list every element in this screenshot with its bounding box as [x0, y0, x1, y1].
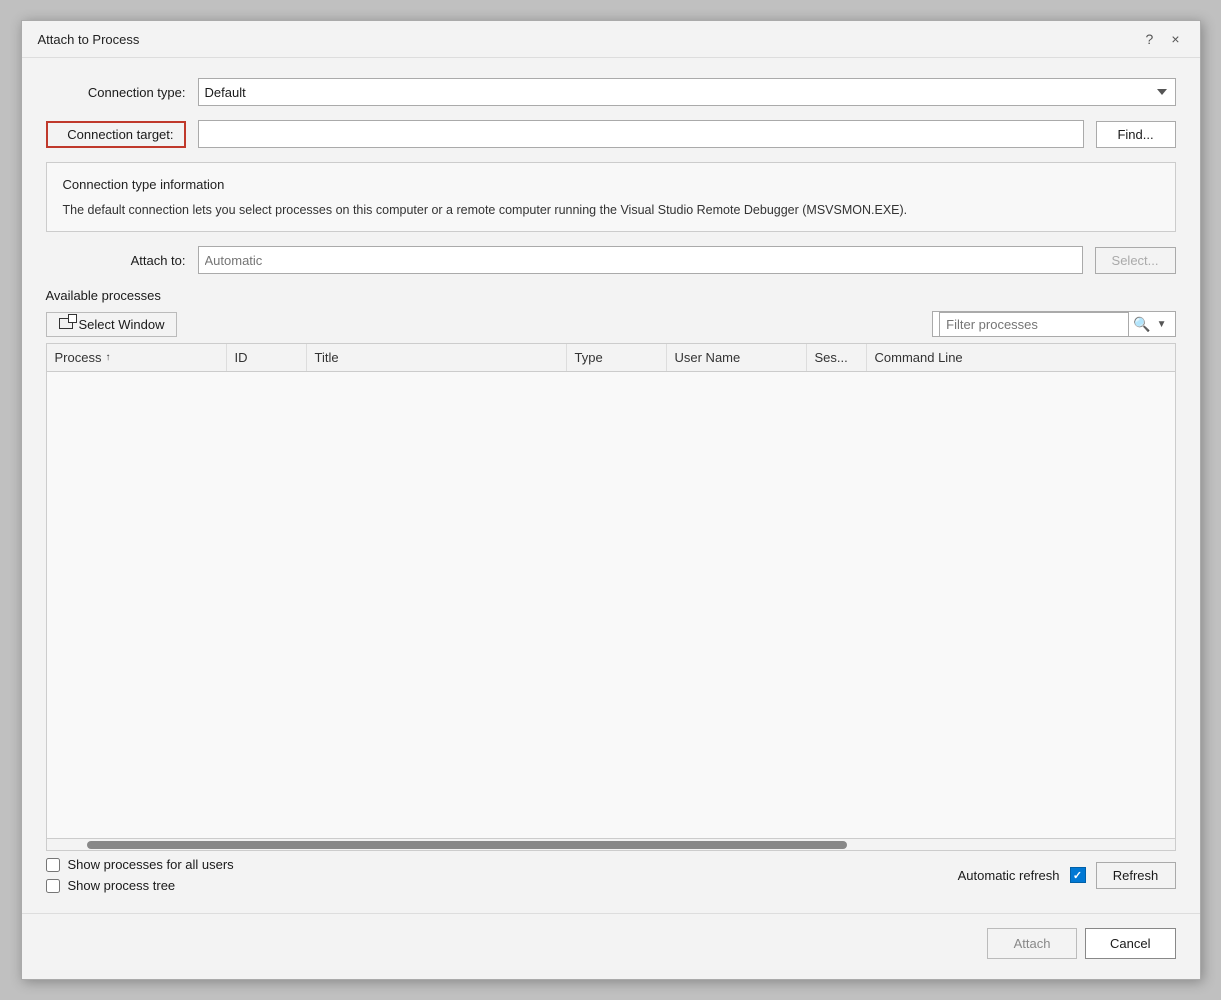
- right-controls: Automatic refresh Refresh: [958, 862, 1176, 889]
- col-id-label: ID: [235, 350, 248, 365]
- horizontal-scrollbar[interactable]: [47, 838, 1175, 850]
- connection-type-row: Connection type: Default SSH Docker (Lin…: [46, 78, 1176, 106]
- find-button[interactable]: Find...: [1096, 121, 1176, 148]
- dialog-title: Attach to Process: [38, 32, 140, 47]
- help-button[interactable]: ?: [1140, 29, 1160, 49]
- processes-table: Process ↑ ID Title Type User Name: [46, 343, 1176, 851]
- attach-button[interactable]: Attach: [987, 928, 1077, 959]
- title-bar-controls: ? ×: [1140, 29, 1186, 49]
- col-process[interactable]: Process ↑: [47, 344, 227, 371]
- info-box-title: Connection type information: [63, 175, 1159, 195]
- automatic-refresh-checkbox[interactable]: [1070, 867, 1086, 883]
- attach-to-label: Attach to:: [46, 253, 186, 268]
- filter-input[interactable]: [939, 312, 1129, 337]
- col-title-label: Title: [315, 350, 339, 365]
- show-process-tree-row: Show process tree: [46, 878, 234, 893]
- connection-info-box: Connection type information The default …: [46, 162, 1176, 232]
- cancel-button[interactable]: Cancel: [1085, 928, 1175, 959]
- connection-target-input[interactable]: [198, 120, 1084, 148]
- processes-toolbar: Select Window 🔍 ▼: [46, 311, 1176, 337]
- filter-box: 🔍 ▼: [932, 311, 1175, 337]
- select-button[interactable]: Select...: [1095, 247, 1176, 274]
- refresh-button[interactable]: Refresh: [1096, 862, 1176, 889]
- show-process-tree-label[interactable]: Show process tree: [68, 878, 176, 893]
- dialog-footer: Attach Cancel: [22, 913, 1200, 979]
- col-username[interactable]: User Name: [667, 344, 807, 371]
- search-icon: 🔍: [1133, 316, 1150, 333]
- col-type-label: Type: [575, 350, 603, 365]
- attach-to-row: Attach to: Select...: [46, 246, 1176, 274]
- automatic-refresh-label: Automatic refresh: [958, 868, 1060, 883]
- show-process-tree-checkbox[interactable]: [46, 879, 60, 893]
- available-processes-title: Available processes: [46, 288, 1176, 303]
- filter-dropdown-button[interactable]: ▼: [1155, 319, 1169, 330]
- title-bar: Attach to Process ? ×: [22, 21, 1200, 58]
- select-window-label: Select Window: [79, 317, 165, 332]
- attach-to-input: [198, 246, 1083, 274]
- select-window-button[interactable]: Select Window: [46, 312, 178, 337]
- connection-type-label: Connection type:: [46, 85, 186, 100]
- show-all-users-label[interactable]: Show processes for all users: [68, 857, 234, 872]
- col-session[interactable]: Ses...: [807, 344, 867, 371]
- show-all-users-checkbox[interactable]: [46, 858, 60, 872]
- connection-target-row: Connection target: Find...: [46, 120, 1176, 148]
- bottom-controls: Show processes for all users Show proces…: [46, 857, 1176, 893]
- col-id[interactable]: ID: [227, 344, 307, 371]
- available-processes-section: Available processes Select Window 🔍 ▼ Pr…: [46, 288, 1176, 893]
- connection-type-select[interactable]: Default SSH Docker (Linux Container): [198, 78, 1176, 106]
- close-button[interactable]: ×: [1165, 29, 1185, 49]
- col-commandline-label: Command Line: [875, 350, 963, 365]
- dialog-body: Connection type: Default SSH Docker (Lin…: [22, 58, 1200, 913]
- window-icon: [59, 318, 73, 329]
- col-title[interactable]: Title: [307, 344, 567, 371]
- connection-target-label: Connection target:: [46, 121, 186, 148]
- col-session-label: Ses...: [815, 350, 848, 365]
- col-commandline[interactable]: Command Line: [867, 344, 1175, 371]
- col-username-label: User Name: [675, 350, 741, 365]
- sort-arrow-icon: ↑: [105, 352, 110, 363]
- table-header: Process ↑ ID Title Type User Name: [47, 344, 1175, 372]
- info-box-text: The default connection lets you select p…: [63, 201, 1159, 220]
- col-process-label: Process: [55, 350, 102, 365]
- col-type[interactable]: Type: [567, 344, 667, 371]
- scrollbar-thumb[interactable]: [87, 841, 847, 849]
- attach-to-process-dialog: Attach to Process ? × Connection type: D…: [21, 20, 1201, 980]
- show-all-users-row: Show processes for all users: [46, 857, 234, 872]
- table-body: [47, 372, 1175, 838]
- left-checkboxes: Show processes for all users Show proces…: [46, 857, 234, 893]
